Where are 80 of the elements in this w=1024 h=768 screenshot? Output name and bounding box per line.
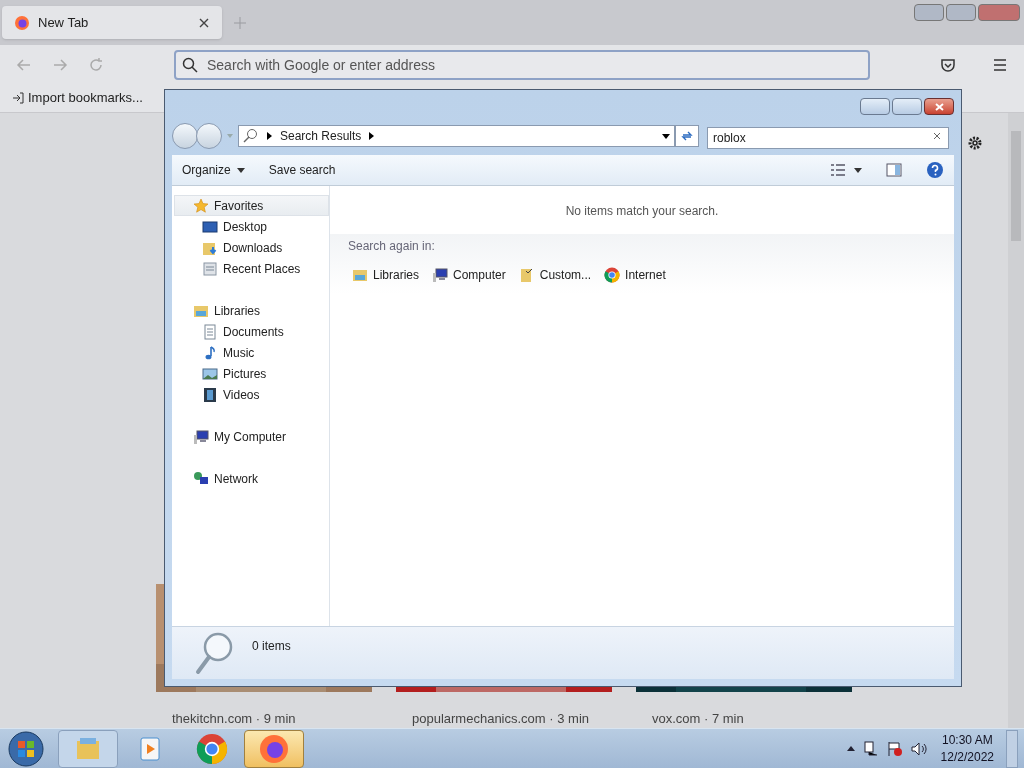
nav-item[interactable]: Videos bbox=[174, 384, 329, 405]
browser-tab[interactable]: New Tab bbox=[2, 6, 222, 39]
search-icon bbox=[243, 128, 259, 144]
nav-item[interactable]: Music bbox=[174, 342, 329, 363]
address-bar[interactable]: Search Results bbox=[238, 125, 675, 147]
view-list-icon[interactable] bbox=[830, 162, 846, 178]
story-source[interactable]: thekitchn.com · 9 min bbox=[172, 708, 372, 728]
close-button[interactable] bbox=[924, 98, 954, 115]
help-icon[interactable] bbox=[926, 161, 944, 179]
maximize-button[interactable] bbox=[892, 98, 922, 115]
star-icon bbox=[193, 197, 209, 214]
search-location-link[interactable]: Internet bbox=[604, 266, 666, 284]
picture-icon bbox=[202, 365, 218, 382]
library-folder-icon bbox=[352, 267, 368, 283]
speaker-icon[interactable] bbox=[910, 740, 927, 757]
flag-warning-icon[interactable] bbox=[886, 740, 903, 757]
toolbar-button[interactable]: Organize bbox=[182, 161, 245, 179]
nav-item[interactable]: My Computer bbox=[174, 426, 329, 447]
refresh-button[interactable] bbox=[675, 125, 699, 147]
computer-icon bbox=[432, 267, 449, 283]
restore-button[interactable] bbox=[946, 4, 976, 21]
close-icon bbox=[934, 102, 944, 111]
search-location-link[interactable]: Libraries bbox=[352, 266, 420, 284]
nav-item[interactable]: Network bbox=[174, 468, 329, 489]
minimize-button[interactable] bbox=[860, 98, 890, 115]
close-icon[interactable] bbox=[198, 16, 210, 29]
empty-message: No items match your search. bbox=[564, 203, 720, 220]
toolbar-button[interactable]: Save search bbox=[268, 161, 336, 179]
nav-item[interactable]: Favorites bbox=[174, 195, 329, 216]
nav-item[interactable]: Libraries bbox=[174, 300, 329, 321]
network-icon[interactable] bbox=[862, 740, 879, 757]
firefox-icon bbox=[14, 14, 30, 31]
chrome-icon bbox=[196, 732, 228, 765]
import-icon bbox=[12, 92, 24, 105]
nav-item[interactable]: Recent Places bbox=[174, 258, 329, 279]
recent-places-icon bbox=[202, 260, 218, 277]
dropdown-caret-icon bbox=[236, 166, 245, 174]
desktop-icon bbox=[202, 218, 218, 235]
chevron-right-icon[interactable] bbox=[369, 132, 375, 140]
dropdown-caret-icon[interactable] bbox=[854, 166, 862, 174]
film-icon bbox=[202, 386, 218, 403]
chevron-right-icon[interactable] bbox=[267, 132, 272, 140]
search-again-label: Search again in: bbox=[348, 238, 436, 255]
search-location-link[interactable]: Computer bbox=[432, 266, 506, 284]
magnifier-icon bbox=[194, 631, 234, 675]
dropdown-caret-icon[interactable] bbox=[662, 132, 670, 140]
search-icon bbox=[182, 56, 198, 73]
item-count: 0 items bbox=[252, 638, 291, 655]
clock[interactable]: 10:30 AM 12/2/2022 bbox=[940, 731, 994, 766]
story-source[interactable]: popularmechanics.com · 3 min bbox=[412, 708, 612, 728]
refresh-arrows-icon bbox=[681, 130, 693, 142]
preview-pane-icon[interactable] bbox=[886, 162, 902, 178]
nav-item[interactable]: Pictures bbox=[174, 363, 329, 384]
folder-check-icon bbox=[518, 267, 535, 283]
caret-up-icon[interactable] bbox=[846, 744, 855, 753]
pocket-icon[interactable] bbox=[940, 56, 956, 73]
media-player-icon bbox=[138, 734, 162, 763]
computer-icon bbox=[193, 428, 209, 445]
network-icon bbox=[193, 470, 209, 487]
start-button[interactable] bbox=[6, 728, 46, 768]
story-source[interactable]: vox.com · 7 min bbox=[652, 708, 852, 728]
search-location-link[interactable]: Custom... bbox=[518, 266, 592, 284]
nav-item[interactable]: Downloads bbox=[174, 237, 329, 258]
taskbar-app[interactable] bbox=[244, 729, 304, 768]
firefox-icon bbox=[258, 732, 290, 765]
nav-item[interactable]: Documents bbox=[174, 321, 329, 342]
bookmark-item[interactable]: Import bookmarks... bbox=[12, 88, 143, 108]
back-button[interactable] bbox=[172, 123, 198, 149]
breadcrumb-item[interactable]: Search Results bbox=[280, 127, 362, 145]
settings-icon[interactable] bbox=[967, 134, 983, 151]
clear-icon[interactable] bbox=[933, 132, 941, 140]
address-field[interactable]: Search with Google or enter address bbox=[174, 49, 870, 80]
chrome-icon bbox=[604, 267, 621, 283]
nav-item[interactable]: Desktop bbox=[174, 216, 329, 237]
document-icon bbox=[202, 323, 218, 340]
minimize-button[interactable] bbox=[914, 4, 944, 21]
search-field[interactable]: roblox bbox=[707, 127, 949, 149]
scrollbar[interactable] bbox=[1008, 112, 1024, 728]
menu-icon[interactable] bbox=[992, 56, 1008, 73]
forward-button[interactable] bbox=[196, 123, 222, 149]
